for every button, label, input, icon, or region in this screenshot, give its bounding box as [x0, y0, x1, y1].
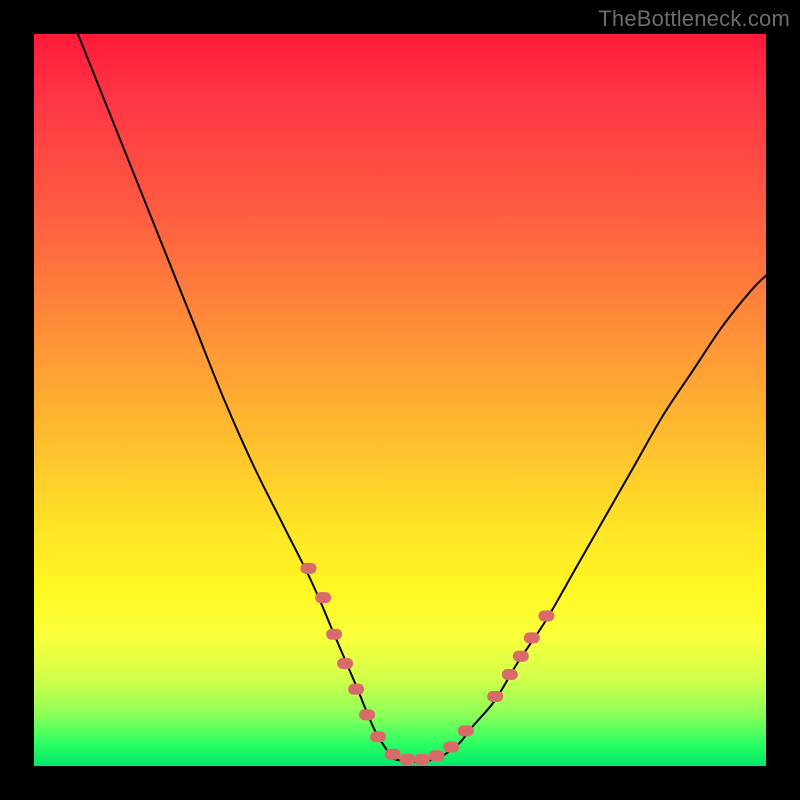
marker-point — [429, 750, 445, 761]
marker-point — [301, 563, 317, 574]
watermark-text: TheBottleneck.com — [598, 6, 790, 32]
chart-stage: TheBottleneck.com — [0, 0, 800, 800]
marker-point — [443, 741, 459, 752]
marker-point — [337, 658, 353, 669]
marker-point — [326, 629, 342, 640]
marker-point — [399, 754, 415, 765]
curves-layer — [78, 34, 766, 762]
marker-point — [414, 754, 430, 765]
marker-point — [385, 749, 401, 760]
marker-point — [502, 669, 518, 680]
chart-svg — [34, 34, 766, 766]
marker-point — [348, 684, 364, 695]
marker-point — [524, 632, 540, 643]
series-right-curve — [444, 276, 766, 755]
marker-point — [513, 651, 529, 662]
marker-point — [538, 610, 554, 621]
plot-area — [34, 34, 766, 766]
marker-point — [487, 691, 503, 702]
marker-point — [315, 592, 331, 603]
series-left-curve — [78, 34, 393, 759]
marker-point — [458, 725, 474, 736]
marker-point — [370, 731, 386, 742]
marker-point — [359, 709, 375, 720]
